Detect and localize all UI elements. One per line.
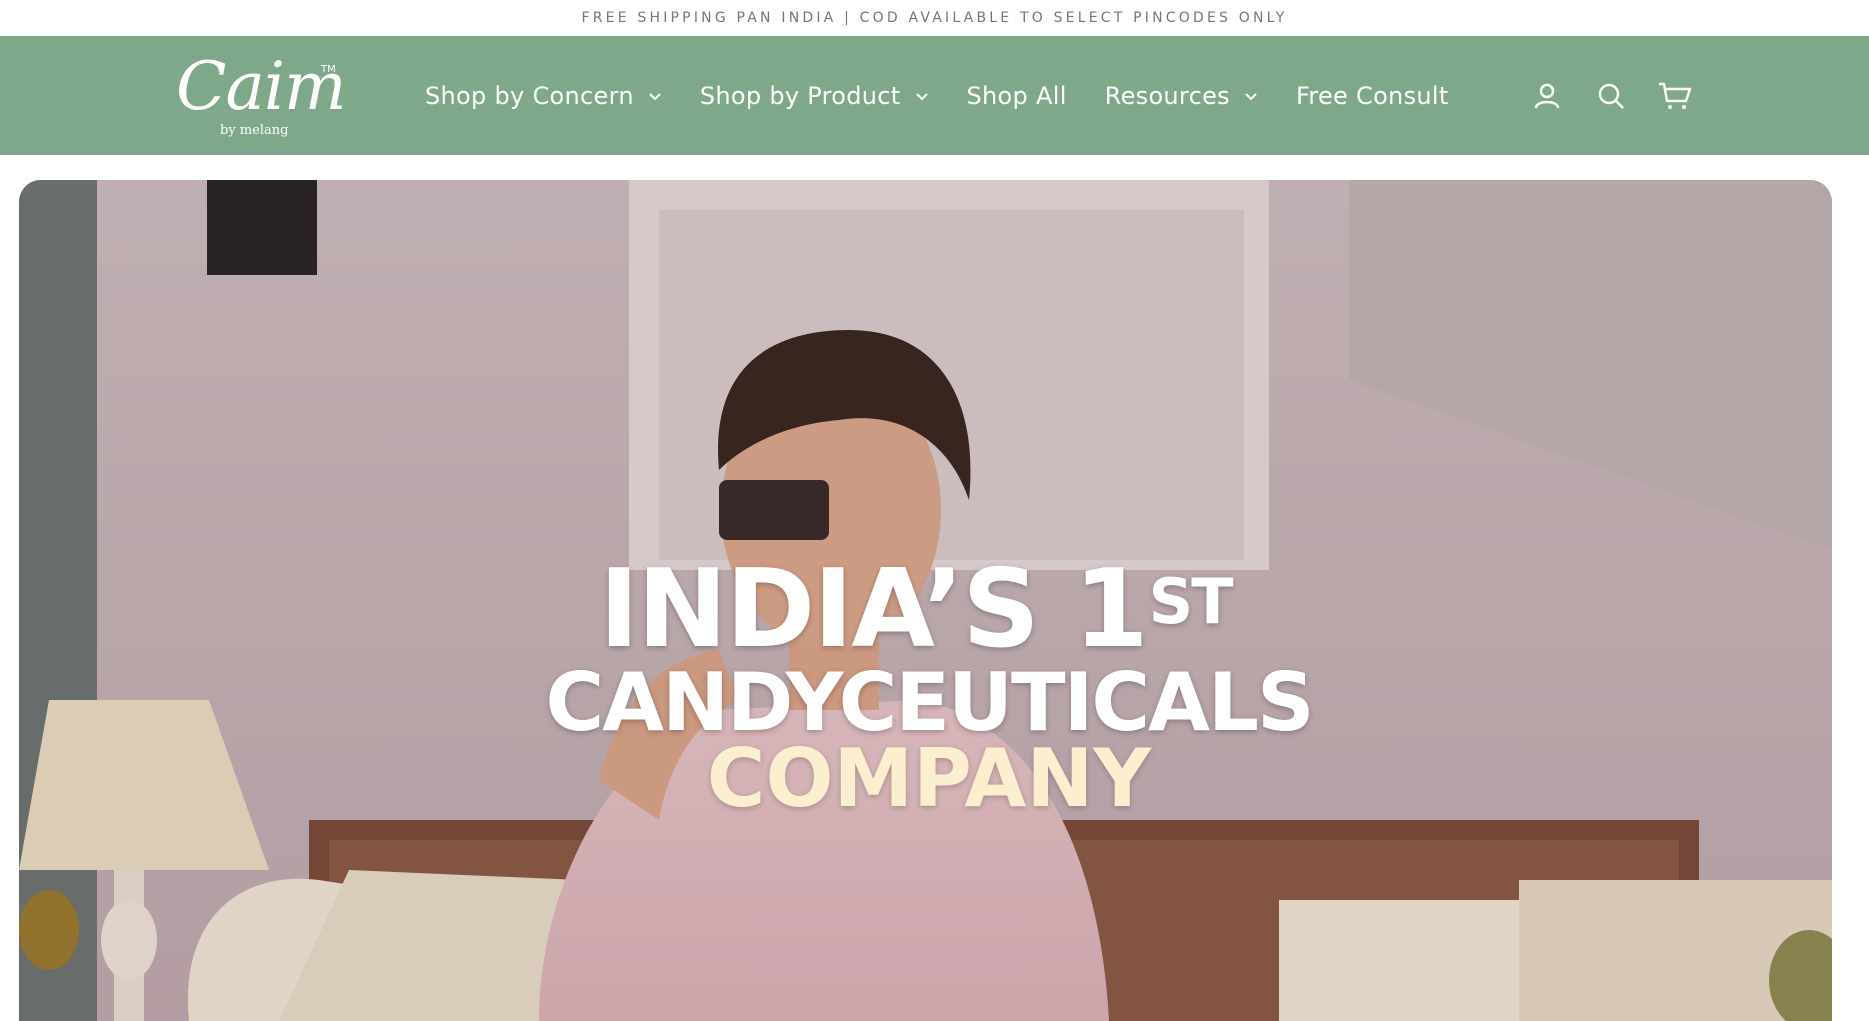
- nav-free-consult[interactable]: Free Consult: [1296, 82, 1449, 110]
- nav-shop-by-product[interactable]: Shop by Product: [700, 82, 929, 110]
- cart-button[interactable]: [1658, 79, 1692, 113]
- nav-label: Free Consult: [1295, 81, 1449, 110]
- account-icon: [1534, 83, 1560, 108]
- chevron-down-icon: [915, 92, 928, 100]
- announcement-bar: FREE SHIPPING PAN INDIA | COD AVAILABLE …: [0, 0, 1869, 36]
- nav-shop-by-concern[interactable]: Shop by Concern: [425, 82, 662, 110]
- site-header: Caim TM by melang Shop by Concern Shop b…: [0, 36, 1869, 155]
- nav-label: Shop by Product: [699, 81, 901, 110]
- logo-trademark: TM: [321, 64, 336, 75]
- nav-label: Resources: [1104, 81, 1230, 110]
- hero-line-1-superscript: ST: [1148, 565, 1234, 638]
- hero-line-3: COMPANY: [706, 732, 1152, 825]
- nav-label: Shop by Concern: [425, 81, 634, 110]
- chevron-down-icon: [649, 92, 661, 100]
- hero-line-1: INDIA’S 1ST: [599, 550, 1319, 670]
- search-icon: [1598, 83, 1624, 109]
- logo-wordmark: Caim: [176, 48, 347, 125]
- main-nav: Shop by Concern Shop by Product Shop All…: [425, 36, 1487, 155]
- hero-headline: INDIA’S 1ST CANDYCEUTICALS COMPANY: [19, 180, 1832, 1021]
- hero-line-1-text: INDIA’S 1: [599, 547, 1149, 672]
- hero-banner[interactable]: INDIA’S 1ST CANDYCEUTICALS COMPANY: [19, 180, 1832, 1021]
- nav-shop-all[interactable]: Shop All: [967, 82, 1067, 110]
- chevron-down-icon: [1245, 92, 1257, 100]
- account-button[interactable]: [1530, 79, 1564, 113]
- logo-subtitle: by melang: [220, 123, 289, 138]
- cart-icon: [1659, 82, 1692, 109]
- nav-resources[interactable]: Resources: [1105, 82, 1258, 110]
- search-button[interactable]: [1594, 79, 1628, 113]
- logo[interactable]: Caim TM by melang: [176, 48, 347, 144]
- announcement-text: FREE SHIPPING PAN INDIA | COD AVAILABLE …: [581, 10, 1288, 26]
- nav-label: Shop All: [966, 81, 1067, 110]
- header-icons: [1530, 36, 1722, 155]
